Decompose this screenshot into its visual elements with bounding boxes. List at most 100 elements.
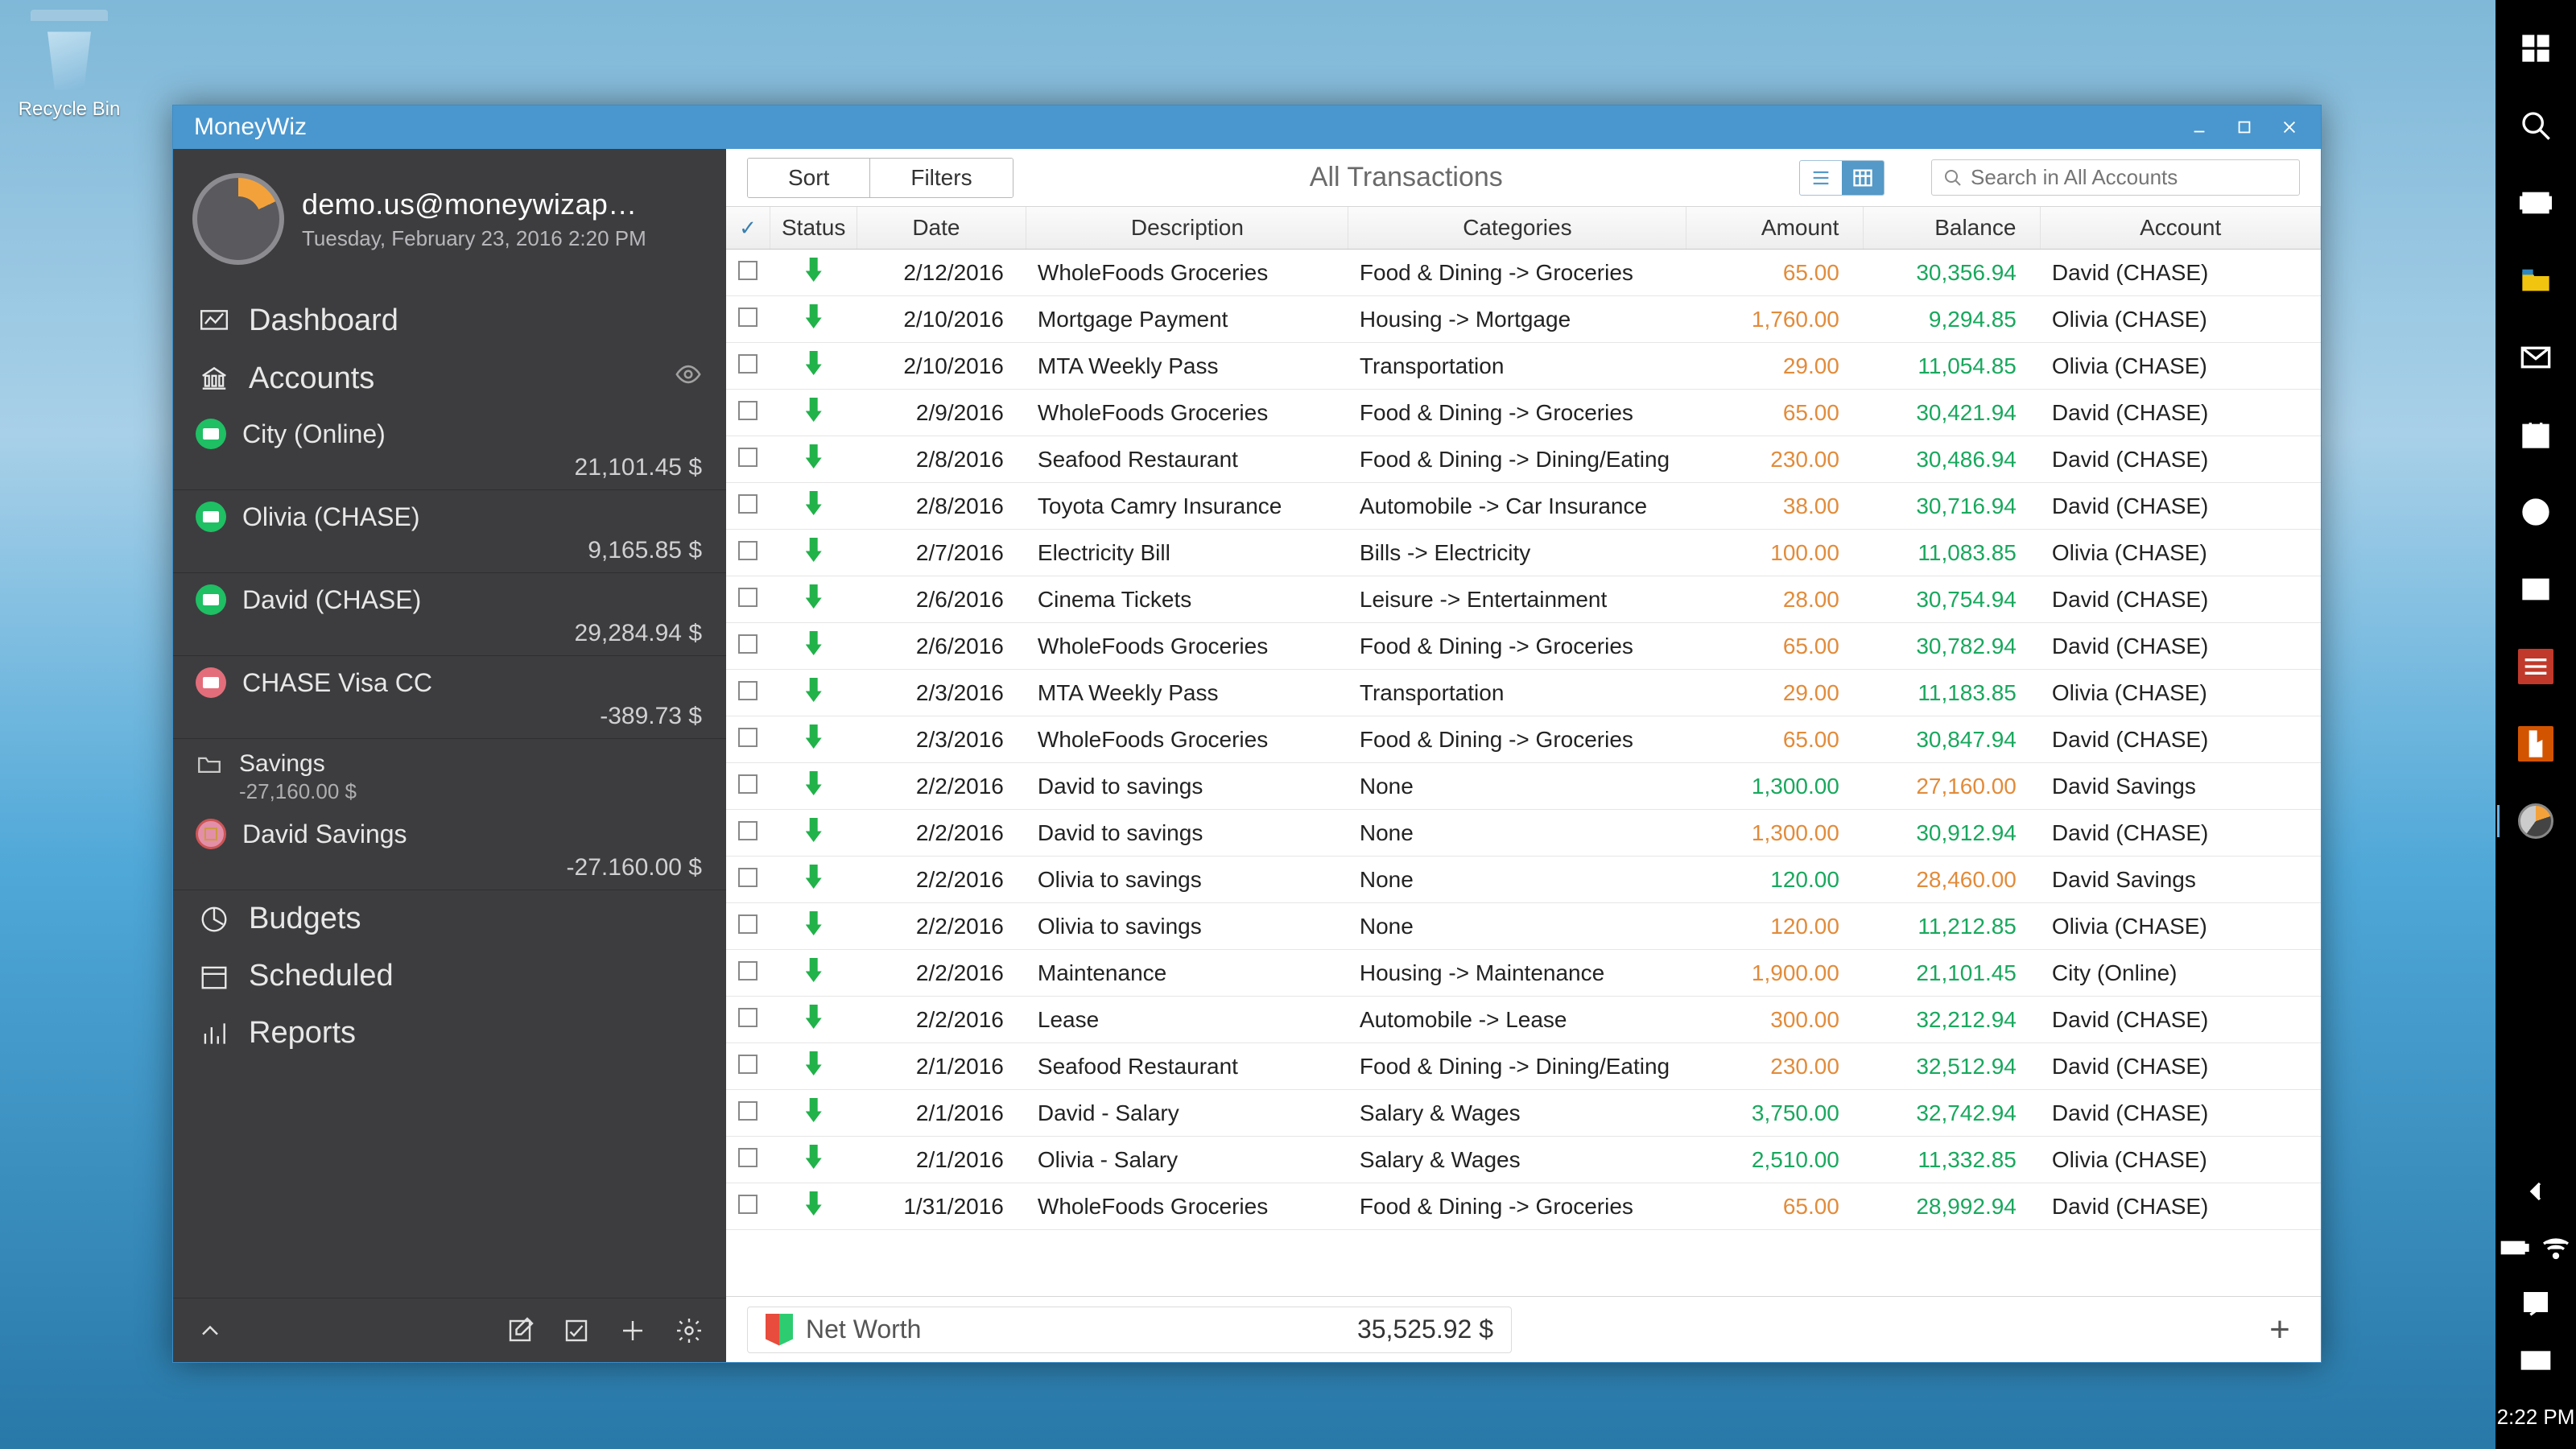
collapse-button[interactable] (189, 1310, 231, 1352)
account-item[interactable]: David (CHASE) 29,284.94 $ (173, 573, 726, 656)
row-checkbox[interactable] (738, 1148, 758, 1167)
add-transaction-button[interactable]: + (2260, 1310, 2300, 1350)
nav-dashboard[interactable]: Dashboard (173, 292, 726, 349)
table-row[interactable]: 2/10/2016 MTA Weekly Pass Transportation… (726, 343, 2321, 390)
row-checkbox[interactable] (738, 1055, 758, 1074)
row-checkbox[interactable] (738, 914, 758, 934)
notifications-icon[interactable] (2496, 1276, 2576, 1332)
table-row[interactable]: 2/3/2016 MTA Weekly Pass Transportation … (726, 670, 2321, 716)
search-input[interactable] (1971, 165, 2288, 190)
table-row[interactable]: 2/2/2016 Maintenance Housing -> Maintena… (726, 950, 2321, 997)
photos-icon[interactable] (2496, 551, 2576, 628)
settings-button[interactable] (668, 1310, 710, 1352)
nav-reports[interactable]: Reports (173, 1005, 726, 1062)
table-row[interactable]: 2/2/2016 Olivia to savings None 120.00 1… (726, 903, 2321, 950)
app-orange-icon[interactable] (2496, 705, 2576, 782)
moneywiz-taskbar-icon[interactable] (2496, 782, 2576, 860)
add-button[interactable] (612, 1310, 654, 1352)
row-checkbox[interactable] (738, 774, 758, 794)
row-checkbox[interactable] (738, 448, 758, 467)
compose-button[interactable] (499, 1310, 541, 1352)
eye-icon[interactable] (675, 361, 702, 396)
nav-budgets[interactable]: Budgets (173, 890, 726, 947)
nav-accounts[interactable]: Accounts (173, 349, 726, 407)
search-field[interactable] (1931, 159, 2300, 196)
row-checkbox[interactable] (738, 401, 758, 420)
groove-music-icon[interactable] (2496, 473, 2576, 551)
col-amount[interactable]: Amount (1686, 207, 1864, 250)
row-checkbox[interactable] (738, 728, 758, 747)
col-date[interactable]: Date (857, 207, 1026, 250)
table-row[interactable]: 2/3/2016 WholeFoods Groceries Food & Din… (726, 716, 2321, 763)
app-red-icon[interactable] (2496, 628, 2576, 705)
row-checkbox[interactable] (738, 961, 758, 980)
table-row[interactable]: 2/8/2016 Toyota Camry Insurance Automobi… (726, 483, 2321, 530)
col-categories[interactable]: Categories (1348, 207, 1686, 250)
maximize-button[interactable] (2223, 112, 2266, 142)
mail-icon[interactable] (2496, 319, 2576, 396)
titlebar[interactable]: MoneyWiz (173, 105, 2321, 149)
account-item-david-savings[interactable]: David Savings -27.160.00 $ (173, 807, 726, 890)
row-checkbox[interactable] (738, 868, 758, 887)
account-item[interactable]: CHASE Visa CC -389.73 $ (173, 656, 726, 739)
table-row[interactable]: 2/6/2016 WholeFoods Groceries Food & Din… (726, 623, 2321, 670)
search-icon[interactable] (2496, 87, 2576, 164)
view-table-button[interactable] (1842, 161, 1884, 195)
edit-button[interactable] (555, 1310, 597, 1352)
table-row[interactable]: 2/2/2016 Lease Automobile -> Lease 300.0… (726, 997, 2321, 1043)
col-checkmark[interactable] (726, 207, 770, 250)
table-row[interactable]: 2/9/2016 WholeFoods Groceries Food & Din… (726, 390, 2321, 436)
start-button[interactable] (2496, 10, 2576, 87)
account-item[interactable]: City (Online) 21,101.45 $ (173, 407, 726, 490)
row-checkbox[interactable] (738, 354, 758, 374)
row-checkbox[interactable] (738, 1195, 758, 1214)
table-row[interactable]: 2/10/2016 Mortgage Payment Housing -> Mo… (726, 296, 2321, 343)
col-balance[interactable]: Balance (1864, 207, 2041, 250)
row-checkbox[interactable] (738, 634, 758, 654)
row-checkbox[interactable] (738, 681, 758, 700)
table-row[interactable]: 2/12/2016 WholeFoods Groceries Food & Di… (726, 250, 2321, 296)
col-account[interactable]: Account (2041, 207, 2321, 250)
file-explorer-icon[interactable] (2496, 242, 2576, 319)
nav-scheduled[interactable]: Scheduled (173, 947, 726, 1005)
table-row[interactable]: 2/7/2016 Electricity Bill Bills -> Elect… (726, 530, 2321, 576)
row-checkbox[interactable] (738, 494, 758, 514)
row-checkbox[interactable] (738, 308, 758, 327)
table-row[interactable]: 2/8/2016 Seafood Restaurant Food & Dinin… (726, 436, 2321, 483)
row-checkbox[interactable] (738, 1101, 758, 1121)
table-row[interactable]: 1/31/2016 WholeFoods Groceries Food & Di… (726, 1183, 2321, 1230)
view-list-button[interactable] (1800, 161, 1842, 195)
table-row[interactable]: 2/2/2016 Olivia to savings None 120.00 2… (726, 857, 2321, 903)
account-item[interactable]: Olivia (CHASE) 9,165.85 $ (173, 490, 726, 573)
row-checkbox[interactable] (738, 588, 758, 607)
table-row[interactable]: 2/1/2016 Olivia - Salary Salary & Wages … (726, 1137, 2321, 1183)
table-row[interactable]: 2/2/2016 David to savings None 1,300.00 … (726, 810, 2321, 857)
task-view-icon[interactable] (2496, 164, 2576, 242)
table-row[interactable]: 2/2/2016 David to savings None 1,300.00 … (726, 763, 2321, 810)
calendar-icon[interactable] (2496, 396, 2576, 473)
touch-keyboard-icon[interactable] (2496, 1332, 2576, 1389)
row-checkbox[interactable] (738, 541, 758, 560)
row-checkbox[interactable] (738, 821, 758, 840)
col-description[interactable]: Description (1026, 207, 1348, 250)
account-balance: 29,284.94 $ (196, 620, 726, 647)
profile[interactable]: demo.us@moneywizap… Tuesday, February 23… (173, 149, 726, 292)
net-worth-box[interactable]: Net Worth 35,525.92 $ (747, 1307, 1512, 1353)
sort-button[interactable]: Sort (748, 159, 869, 197)
table-row[interactable]: 2/1/2016 David - Salary Salary & Wages 3… (726, 1090, 2321, 1137)
row-checkbox[interactable] (738, 1008, 758, 1027)
savings-folder[interactable]: Savings -27,160.00 $ (173, 739, 726, 807)
minimize-button[interactable] (2178, 112, 2221, 142)
table-row[interactable]: 2/6/2016 Cinema Tickets Leisure -> Enter… (726, 576, 2321, 623)
taskbar-clock[interactable]: 2:22 PM (2497, 1389, 2575, 1449)
battery-wifi-icon[interactable] (2496, 1220, 2576, 1276)
show-hidden-icons[interactable] (2496, 1163, 2576, 1220)
cell-balance: 30,847.94 (1864, 716, 2041, 763)
recycle-bin[interactable]: Recycle Bin (13, 10, 126, 121)
col-status[interactable]: Status (770, 207, 857, 250)
close-button[interactable] (2268, 112, 2311, 142)
row-checkbox[interactable] (738, 261, 758, 280)
filters-button[interactable]: Filters (869, 159, 1012, 197)
table-row[interactable]: 2/1/2016 Seafood Restaurant Food & Dinin… (726, 1043, 2321, 1090)
transactions-table[interactable]: Status Date Description Categories Amoun… (726, 207, 2321, 1296)
